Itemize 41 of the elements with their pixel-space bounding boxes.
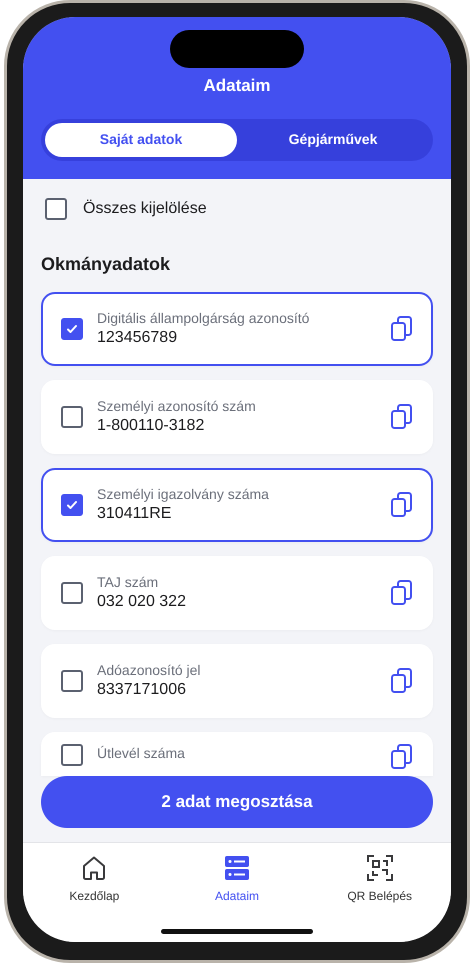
- document-card[interactable]: Adóazonosító jel 8337171006: [41, 644, 433, 718]
- document-card[interactable]: Személyi azonosító szám 1-800110-3182: [41, 380, 433, 454]
- screen-title: Adataim: [202, 75, 272, 97]
- document-label: Útlevél száma: [97, 744, 186, 762]
- home-icon: [81, 855, 108, 881]
- nav-tab[interactable]: QR Belépés: [308, 855, 451, 942]
- checkbox[interactable]: [61, 582, 83, 604]
- select-all-label: Összes kijelölése: [83, 198, 207, 218]
- checkbox[interactable]: [61, 406, 83, 428]
- tab[interactable]: Gépjárművek: [237, 122, 429, 156]
- document-value: 8337171006: [97, 680, 187, 700]
- tab[interactable]: Saját adatok: [45, 122, 237, 156]
- document-value: 032 020 322: [97, 592, 187, 612]
- checkbox[interactable]: [61, 318, 83, 340]
- copy-icon[interactable]: [391, 744, 413, 770]
- copy-icon[interactable]: [391, 580, 413, 606]
- checkbox[interactable]: [61, 744, 83, 766]
- checkbox[interactable]: [61, 494, 83, 516]
- checkbox[interactable]: [61, 670, 83, 692]
- document-label: Személyi igazolvány száma: [97, 484, 270, 502]
- nav-tab[interactable]: Kezdőlap: [23, 855, 166, 942]
- server-icon: [225, 855, 249, 881]
- copy-icon[interactable]: [391, 404, 413, 430]
- qr-code-icon: [366, 855, 393, 881]
- document-label: TAJ szám: [97, 572, 160, 590]
- document-value: 310411RE: [97, 504, 172, 524]
- document-label: Digitális állampolgárság azonosító: [97, 308, 310, 326]
- document-value: 1-800110-3182: [97, 416, 206, 436]
- section-title: Okmányadatok: [41, 252, 172, 276]
- checkbox[interactable]: [45, 198, 67, 220]
- copy-icon[interactable]: [391, 316, 413, 342]
- document-card[interactable]: TAJ szám 032 020 322: [41, 556, 433, 630]
- document-value: 123456789: [97, 328, 178, 348]
- document-label: Személyi azonosító szám: [97, 396, 257, 414]
- document-card[interactable]: Útlevél száma: [41, 732, 433, 776]
- document-card[interactable]: Személyi igazolvány száma 310411RE: [41, 468, 433, 542]
- document-label: Adóazonosító jel: [97, 660, 202, 678]
- copy-icon[interactable]: [391, 668, 413, 694]
- copy-icon[interactable]: [391, 492, 413, 518]
- share-button[interactable]: 2 adat megosztása: [41, 776, 433, 828]
- document-card[interactable]: Digitális állampolgárság azonosító 123456789: [41, 292, 433, 366]
